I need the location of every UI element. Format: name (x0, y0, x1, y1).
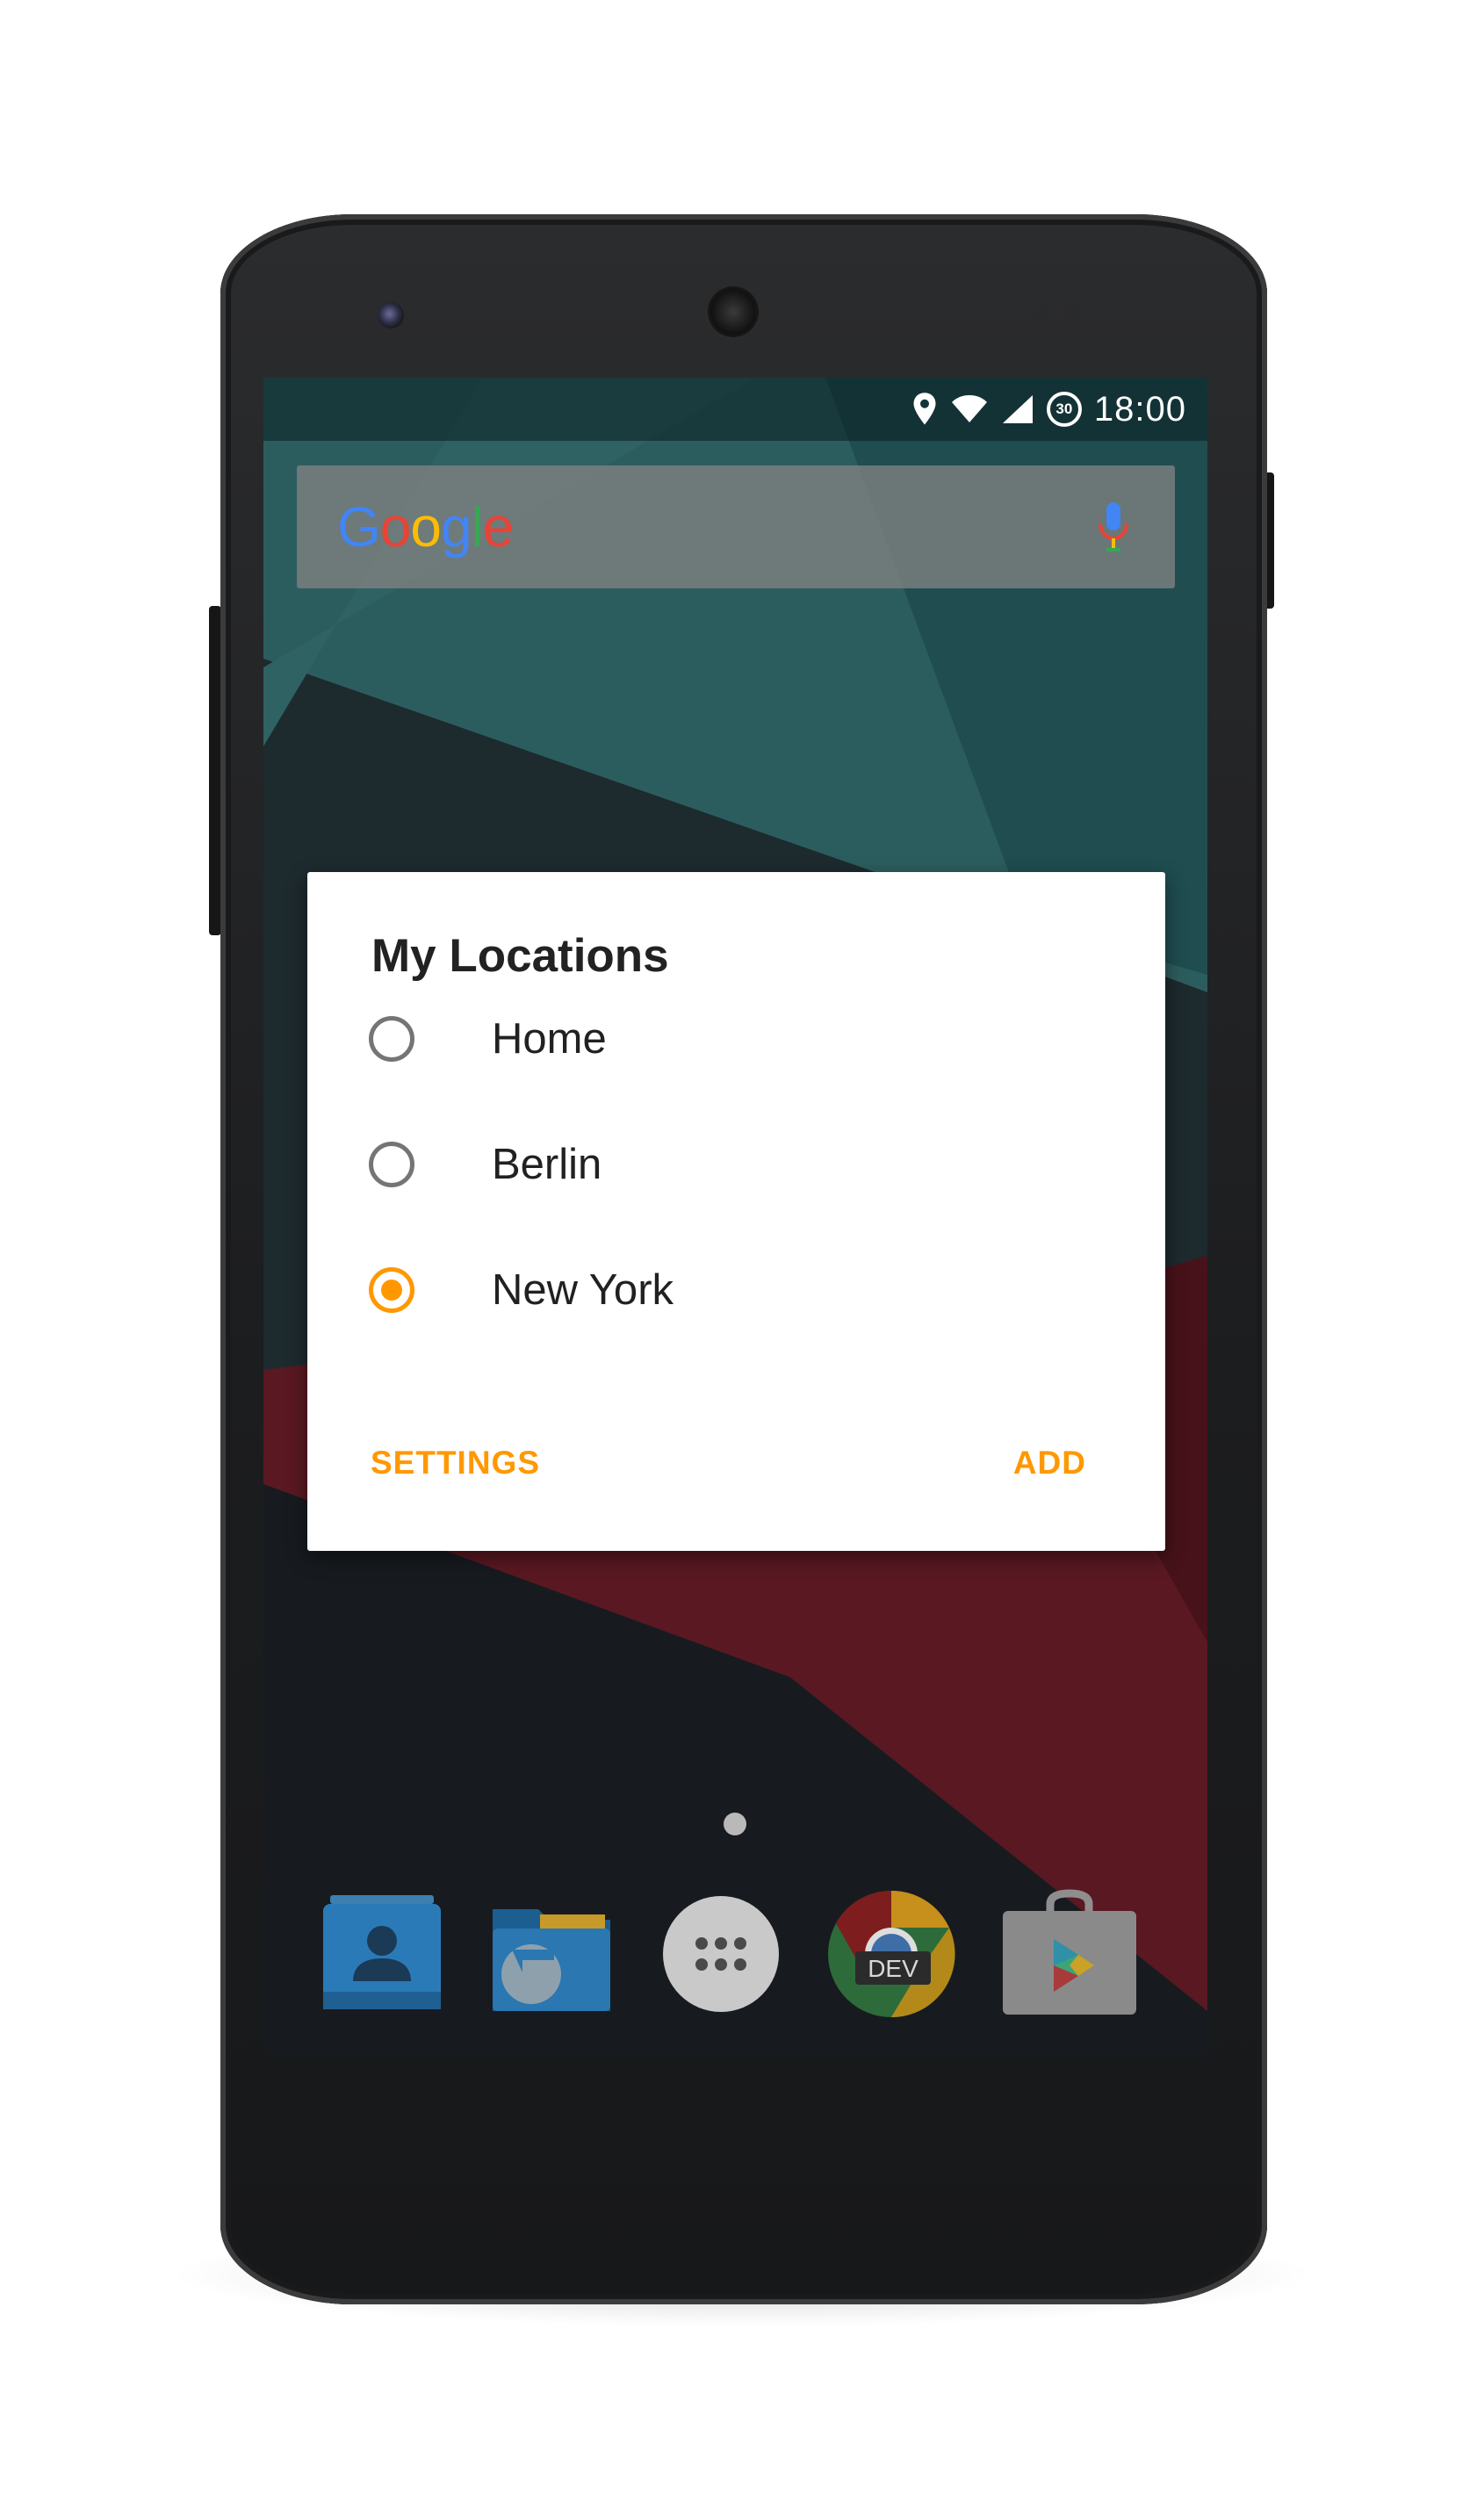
settings-button[interactable]: SETTINGS (371, 1445, 540, 1482)
google-logo-letter: e (482, 495, 515, 559)
app-drawer-icon-graphic (663, 1896, 779, 2012)
contacts-icon-graphic (323, 1895, 441, 2009)
google-logo-letter: o (379, 495, 412, 559)
light-sensor (1064, 306, 1078, 320)
radio-button[interactable] (369, 1142, 414, 1187)
volume-button (209, 606, 221, 935)
play-store-icon-graphic (1003, 1889, 1136, 2015)
wifi-icon (951, 395, 987, 422)
mic-icon[interactable] (1096, 501, 1131, 553)
app-drawer-icon[interactable] (655, 1888, 787, 2020)
my-locations-dialog: My Locations Home Berlin New York SETTIN… (307, 872, 1165, 1551)
proximity-sensor (1036, 306, 1050, 320)
chrome-dev-icon-graphic (828, 1890, 955, 2018)
option-label: Home (492, 1015, 607, 1063)
status-clock: 18:00 (1093, 389, 1186, 429)
location-option-berlin[interactable]: Berlin (369, 1116, 1124, 1213)
status-icons: 30 18:00 (911, 378, 1186, 441)
contacts-app-icon[interactable] (316, 1888, 448, 2020)
radio-button-selected[interactable] (369, 1267, 414, 1313)
dialog-title: My Locations (371, 930, 669, 982)
file-manager-app-icon[interactable] (486, 1888, 617, 2020)
signal-icon (1002, 395, 1033, 423)
location-option-home[interactable]: Home (369, 991, 1124, 1087)
timer-icon: 30 (1046, 392, 1082, 427)
google-logo-letter: o (410, 495, 442, 559)
phone-screen: 30 18:00 Google My Locations Home Berlin… (263, 378, 1207, 2055)
google-logo-letter: g (440, 495, 472, 559)
front-camera (378, 302, 404, 328)
option-label: Berlin (492, 1141, 602, 1188)
google-logo-letter: G (337, 495, 381, 559)
location-icon (913, 393, 936, 425)
location-option-new-york[interactable]: New York (369, 1242, 1124, 1338)
google-search-bar[interactable]: Google (297, 465, 1175, 588)
radio-button[interactable] (369, 1016, 414, 1062)
google-logo: Google (337, 494, 515, 560)
status-bar: 30 18:00 (263, 378, 1207, 441)
option-label: New York (492, 1266, 674, 1314)
page-indicator-dot (724, 1813, 746, 1835)
chrome-dev-app-icon[interactable]: DEV (825, 1888, 957, 2020)
earpiece-speaker (708, 286, 759, 337)
dev-badge: DEV (868, 1955, 918, 1982)
add-button[interactable]: ADD (1013, 1445, 1086, 1482)
play-store-app-icon[interactable] (999, 1888, 1136, 2020)
file-manager-icon-graphic (493, 1909, 610, 2011)
google-logo-letter: l (471, 495, 484, 559)
